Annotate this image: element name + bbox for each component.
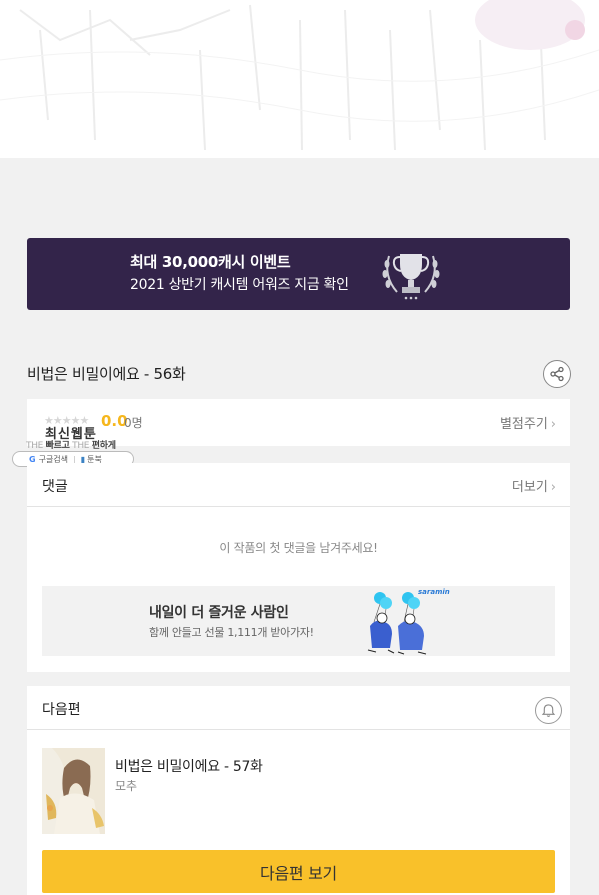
next-episode-header: 다음편 [27, 686, 570, 730]
next-episode-title[interactable]: 비법은 비밀이에요 - 57화 [115, 756, 263, 776]
bell-icon [541, 704, 556, 717]
promo-slogan: THE 빠르고 THE 편하게 [26, 438, 116, 451]
comic-panel-image [0, 0, 599, 158]
ad-banner[interactable]: 내일이 더 즐거운 사람인 함께 안들고 선물 1,111개 받아가자! sar… [42, 586, 555, 656]
banner-text: 최대 30,000캐시 이벤트 2021 상반기 캐시템 어워즈 지금 확인 [130, 252, 349, 296]
rate-button[interactable]: 별점주기 › [500, 413, 556, 432]
rate-label: 별점주기 [499, 417, 548, 432]
promo-slogan-fast: 빠르고 [45, 441, 70, 451]
comments-more-label: 더보기 [511, 480, 548, 495]
ad-illustration: saramin [367, 588, 450, 655]
episode-title: 비법은 비밀이에요 - 56화 [27, 365, 186, 383]
share-icon [550, 366, 564, 382]
notify-button[interactable] [535, 697, 562, 724]
promo-slogan-easy: 편하게 [91, 441, 116, 451]
next-episode-author: 모추 [115, 779, 138, 793]
comments-empty-message: 이 작품의 첫 댓글을 남겨주세요! [219, 541, 378, 555]
event-banner[interactable]: 최대 30,000캐시 이벤트 2021 상반기 캐시템 어워즈 지금 확인 [27, 238, 570, 310]
next-episode-section: 다음편 비법은 비밀이에요 - 57화 모추 다음편 보기 [27, 686, 570, 895]
trophy-icon [382, 254, 440, 300]
share-button[interactable] [543, 360, 571, 388]
ad-subtitle: 함께 안들고 선물 1,111개 받아가자! [149, 626, 314, 639]
next-episode-button[interactable]: 다음편 보기 [42, 850, 555, 893]
banner-subtitle: 2021 상반기 캐시템 어워즈 지금 확인 [130, 277, 349, 293]
next-episode-thumbnail[interactable] [42, 748, 105, 834]
chevron-right-icon: › [550, 480, 556, 495]
promo-badge[interactable]: 최신웹툰 THE 빠르고 THE 편하게 G 구글검색 | ▮ 툰북 [12, 416, 134, 468]
comments-section: 댓글 더보기 › 이 작품의 첫 댓글을 남겨주세요! 내일이 더 즐거운 사람인… [27, 463, 570, 672]
ad-title: 내일이 더 즐거운 사람인 [149, 605, 289, 621]
next-episode-label: 다음편 [42, 702, 81, 718]
promo-slogan-the-2: THE [72, 441, 90, 451]
ad-brand-logo: saramin [418, 588, 450, 596]
promo-slogan-the-1: THE [26, 441, 44, 451]
banner-title: 최대 30,000캐시 이벤트 [130, 253, 291, 271]
comments-header: 댓글 더보기 › [27, 463, 570, 507]
comments-more-link[interactable]: 더보기 › [512, 476, 556, 495]
comments-title: 댓글 [42, 479, 68, 495]
chevron-right-icon: › [550, 417, 556, 432]
